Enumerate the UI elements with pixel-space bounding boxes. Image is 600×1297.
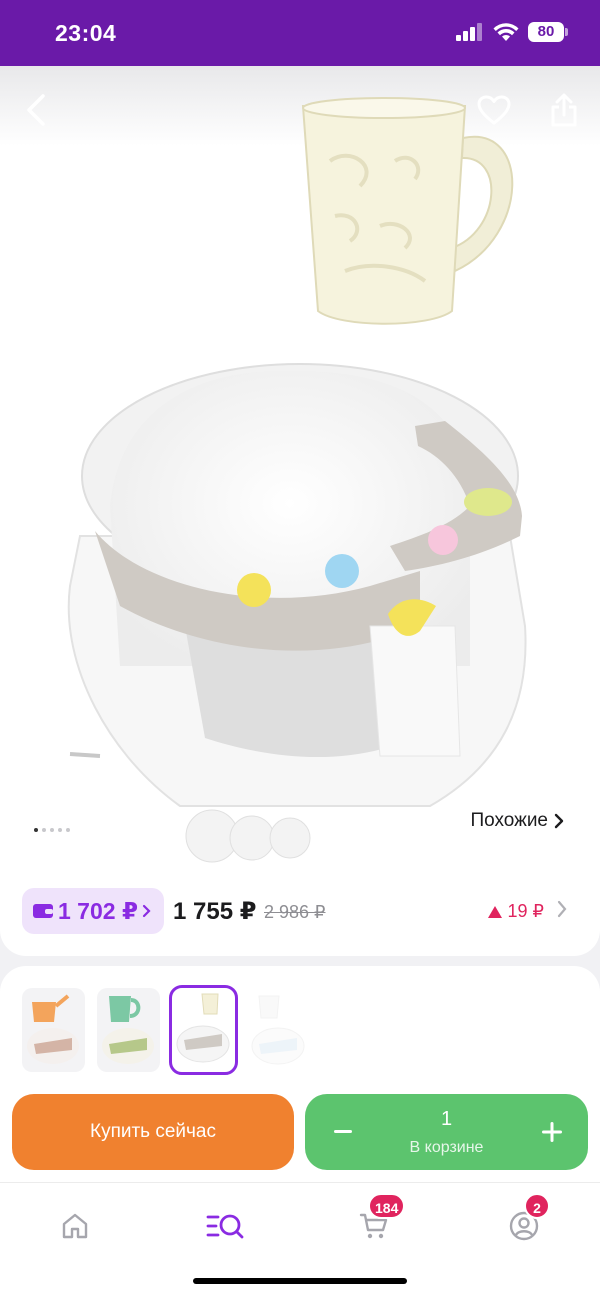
triangle-up-icon — [487, 905, 502, 918]
price-change-indicator[interactable]: 19 ₽ — [487, 901, 544, 922]
variant-green-cup-image — [102, 996, 154, 1064]
variant-thumbnail[interactable] — [97, 988, 160, 1072]
favorite-button[interactable] — [472, 88, 516, 132]
variant-thumbnail[interactable] — [247, 988, 310, 1072]
variants-card — [0, 966, 600, 1206]
pagination-dot — [34, 828, 38, 832]
product-image[interactable] — [0, 66, 600, 866]
catalog-search-icon — [206, 1214, 244, 1239]
current-price: 1 755 ₽ — [173, 898, 257, 925]
variant-orange-ladle-image — [27, 994, 79, 1064]
bath-seat-illustration — [67, 363, 527, 863]
profile-badge: 2 — [524, 1193, 550, 1219]
variant-thumbnails — [22, 985, 310, 1075]
decrease-quantity-button[interactable] — [313, 1094, 373, 1170]
cart-quantity-stepper[interactable]: 1 В корзине — [305, 1094, 588, 1170]
wallet-icon — [33, 904, 53, 918]
image-pagination — [34, 828, 70, 832]
plus-icon — [542, 1122, 562, 1142]
tab-home[interactable] — [47, 1201, 103, 1251]
cart-badge: 184 — [368, 1193, 406, 1219]
pagination-dot — [42, 828, 46, 832]
pagination-dot — [66, 828, 70, 832]
wallet-price: 1 702 ₽ — [58, 897, 138, 924]
similar-label: Похожие — [470, 810, 548, 831]
variant-cream-cup-image — [176, 993, 230, 1063]
buy-now-button[interactable]: Купить сейчас — [12, 1094, 294, 1170]
chevron-right-icon[interactable] — [556, 899, 568, 919]
share-icon — [551, 93, 577, 127]
tab-catalog[interactable] — [197, 1201, 253, 1251]
tab-cart[interactable]: 184 — [346, 1193, 406, 1251]
share-button[interactable] — [542, 88, 586, 132]
pagination-dot — [50, 828, 54, 832]
increase-quantity-button[interactable] — [522, 1094, 582, 1170]
status-time: 23:04 — [55, 20, 117, 46]
similar-products-link[interactable]: Похожие — [470, 810, 564, 832]
battery-indicator: 80 — [528, 22, 568, 42]
tab-profile[interactable]: 2 — [496, 1193, 552, 1251]
status-icons: 80 — [456, 22, 568, 42]
chevron-left-icon — [27, 94, 45, 126]
chevron-right-icon — [142, 904, 151, 918]
variant-thumbnail-selected[interactable] — [169, 985, 238, 1075]
heart-icon — [477, 95, 511, 125]
old-price: 2 986 ₽ — [264, 902, 326, 922]
price-row: 1 702 ₽ 1 755 ₽ 2 986 ₽ 19 ₽ — [22, 888, 578, 934]
home-indicator — [193, 1278, 407, 1284]
wallet-price-badge[interactable]: 1 702 ₽ — [22, 888, 164, 934]
wifi-icon — [493, 22, 519, 41]
variant-white-cup-image — [251, 995, 305, 1065]
home-icon — [62, 1213, 88, 1239]
chevron-right-icon — [554, 813, 564, 829]
cellular-signal-icon — [456, 23, 482, 41]
status-bar: 23:04 80 — [0, 0, 600, 66]
product-card: Похожие 1 702 ₽ 1 755 ₽ 2 986 ₽ 19 ₽ — [0, 66, 600, 956]
purchase-actions: Купить сейчас 1 В корзине — [12, 1094, 588, 1170]
variant-thumbnail[interactable] — [22, 988, 85, 1072]
price-change-value: 19 ₽ — [507, 901, 544, 921]
back-button[interactable] — [14, 88, 58, 132]
pagination-dot — [58, 828, 62, 832]
